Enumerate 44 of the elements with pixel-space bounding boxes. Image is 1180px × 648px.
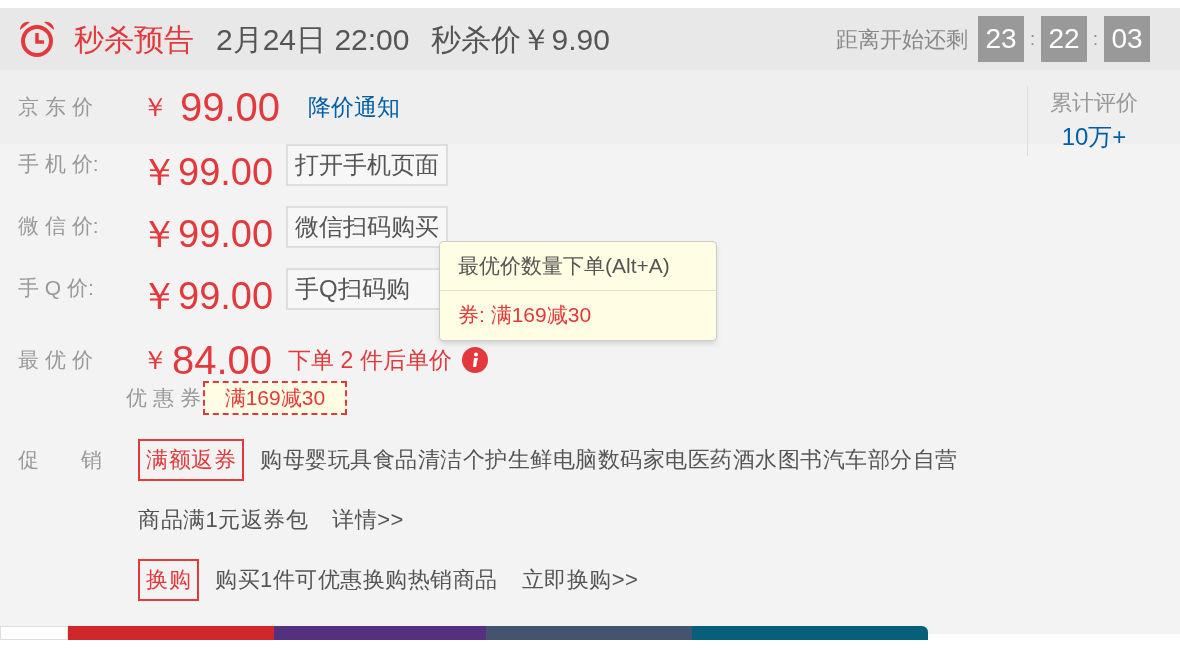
countdown-separator: : — [1029, 27, 1035, 51]
countdown-label: 距离开始还剩 — [835, 25, 968, 54]
scan-button[interactable]: 微信扫码购买 — [286, 206, 448, 248]
best-price: 84.00 — [172, 340, 273, 380]
info-icon[interactable] — [461, 347, 488, 373]
price-label: 手 机 价: — [17, 151, 100, 177]
nav-tab[interactable] — [274, 626, 486, 640]
promotion-text: 满额返券 购母婴玩具食品清洁个护生鲜电脑数码家电医药酒水图书汽车部分自营商品满1元返券包 详情>> — [138, 430, 968, 550]
reviews-count[interactable]: 10万+ — [1061, 119, 1127, 155]
nav-tab[interactable] — [68, 626, 274, 640]
countdown-digits: 23 — [977, 16, 1024, 62]
promotion-tag: 满额返券 — [138, 439, 244, 481]
nav-tab[interactable] — [0, 626, 68, 640]
details-link[interactable]: 详情>> — [332, 507, 404, 532]
promotion-tag: 换购 — [138, 559, 199, 601]
price-label: 手 Q 价: — [17, 275, 95, 301]
price-drop-alert-link[interactable]: 降价通知 — [308, 89, 401, 125]
channel-price: ￥99.00 — [140, 212, 275, 256]
promotion-text: 换购 购买1件可优惠换购热销商品 立即换购>> — [138, 550, 968, 610]
countdown-digits: 03 — [1104, 16, 1150, 62]
countdown-separator: : — [1093, 27, 1098, 51]
price-label: 微 信 价: — [17, 213, 100, 239]
coupon-label: 优 惠 券 — [126, 385, 201, 412]
details-link[interactable]: 立即换购>> — [521, 567, 639, 592]
price-label: 最 优 价 — [17, 347, 94, 374]
channel-price: ￥99.00 — [140, 150, 275, 194]
tooltip-title: 最优价数量下单(Alt+A) — [440, 242, 716, 291]
best-price-note: 下单 2 件后单价 — [288, 345, 452, 375]
reviews-label: 累计评价 — [1050, 89, 1138, 117]
nav-tab[interactable] — [486, 626, 692, 640]
promotion-label: 促 销 — [17, 447, 103, 473]
tooltip-coupon: 券: 满169减30 — [457, 302, 593, 329]
currency-sign: ￥ — [142, 343, 168, 377]
channel-price: ￥99.00 — [140, 274, 275, 318]
jd-price: 99.00 — [180, 84, 281, 131]
countdown-digits: 22 — [1041, 16, 1087, 62]
currency-sign: ￥ — [142, 90, 168, 124]
scan-button[interactable]: 打开手机页面 — [286, 144, 448, 186]
price-label: 京 东 价 — [17, 94, 94, 121]
coupon-tag[interactable]: 满169减30 — [202, 381, 348, 415]
nav-tab[interactable] — [692, 626, 928, 640]
seckill-price: 秒杀价￥9.90 — [431, 21, 610, 58]
banner-title: 秒杀预告 — [74, 21, 194, 58]
seckill-date: 2月24日 22:00 — [216, 21, 410, 58]
